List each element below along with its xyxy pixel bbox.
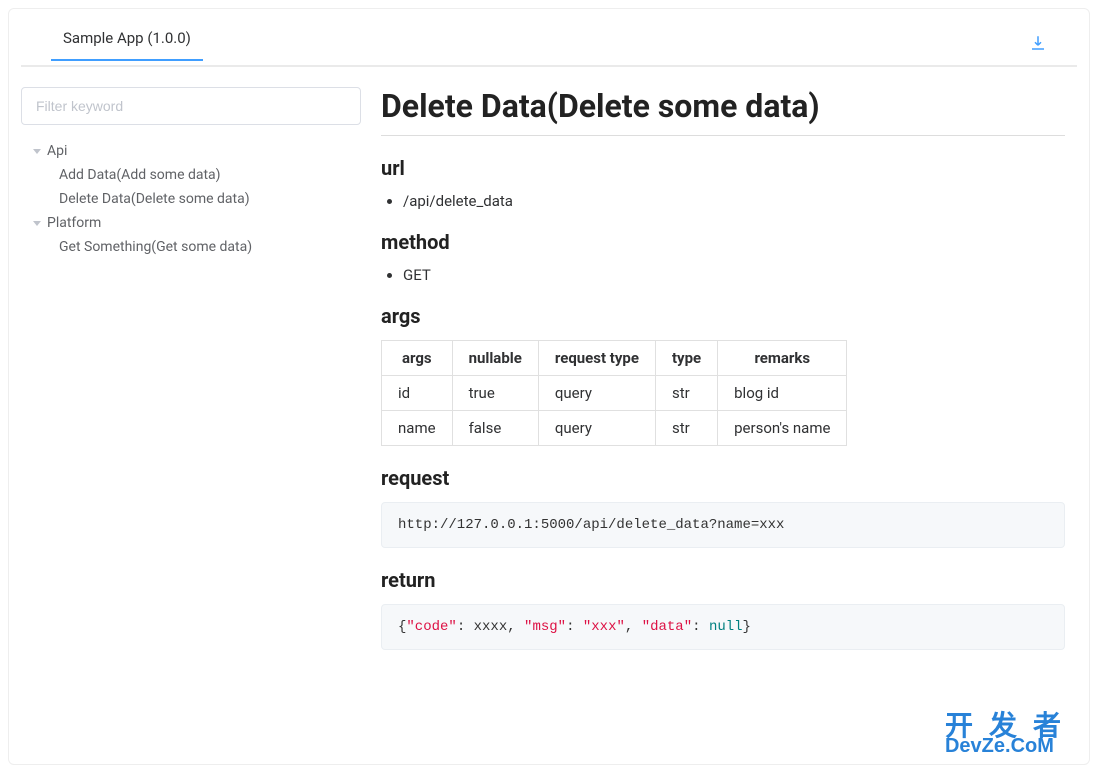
- col-request-type: request type: [538, 341, 655, 376]
- cell: person's name: [718, 411, 847, 446]
- tab-bar: Sample App (1.0.0): [21, 21, 1077, 67]
- method-value: GET: [403, 266, 1065, 284]
- cell: str: [655, 411, 717, 446]
- section-heading-method: method: [381, 230, 1065, 254]
- sidebar: Api Add Data(Add some data) Delete Data(…: [21, 87, 361, 764]
- cell: query: [538, 376, 655, 411]
- tab-sample-app[interactable]: Sample App (1.0.0): [51, 29, 203, 61]
- table-row: id true query str blog id: [382, 376, 847, 411]
- page-title: Delete Data(Delete some data): [381, 87, 1065, 136]
- section-heading-return: return: [381, 568, 1065, 592]
- tree-group-label: Platform: [47, 215, 101, 231]
- tree-group-platform[interactable]: Platform: [21, 211, 361, 235]
- col-nullable: nullable: [452, 341, 538, 376]
- section-heading-url: url: [381, 156, 1065, 180]
- table-header-row: args nullable request type type remarks: [382, 341, 847, 376]
- filter-input[interactable]: [21, 87, 361, 125]
- main-content: Delete Data(Delete some data) url /api/d…: [381, 87, 1077, 764]
- tree-group-label: Api: [47, 143, 67, 159]
- caret-down-icon: [33, 221, 41, 226]
- cell: true: [452, 376, 538, 411]
- tree-item-add-data[interactable]: Add Data(Add some data): [21, 163, 361, 187]
- cell: query: [538, 411, 655, 446]
- url-value: /api/delete_data: [403, 192, 1065, 210]
- cell: name: [382, 411, 453, 446]
- args-table: args nullable request type type remarks …: [381, 340, 847, 446]
- download-icon[interactable]: [1029, 34, 1047, 52]
- method-list: GET: [381, 266, 1065, 284]
- nav-tree: Api Add Data(Add some data) Delete Data(…: [21, 139, 361, 259]
- col-remarks: remarks: [718, 341, 847, 376]
- page-container: Sample App (1.0.0) Api Add Data(Add some…: [8, 8, 1090, 765]
- section-heading-request: request: [381, 466, 1065, 490]
- content-wrap: Api Add Data(Add some data) Delete Data(…: [9, 67, 1089, 764]
- cell: blog id: [718, 376, 847, 411]
- return-codeblock: {"code": xxxx, "msg": "xxx", "data": nul…: [381, 604, 1065, 650]
- table-row: name false query str person's name: [382, 411, 847, 446]
- tree-group-api[interactable]: Api: [21, 139, 361, 163]
- col-type: type: [655, 341, 717, 376]
- caret-down-icon: [33, 149, 41, 154]
- tree-item-delete-data[interactable]: Delete Data(Delete some data): [21, 187, 361, 211]
- section-heading-args: args: [381, 304, 1065, 328]
- url-list: /api/delete_data: [381, 192, 1065, 210]
- cell: false: [452, 411, 538, 446]
- cell: str: [655, 376, 717, 411]
- tree-item-get-something[interactable]: Get Something(Get some data): [21, 235, 361, 259]
- cell: id: [382, 376, 453, 411]
- col-args: args: [382, 341, 453, 376]
- request-codeblock: http://127.0.0.1:5000/api/delete_data?na…: [381, 502, 1065, 548]
